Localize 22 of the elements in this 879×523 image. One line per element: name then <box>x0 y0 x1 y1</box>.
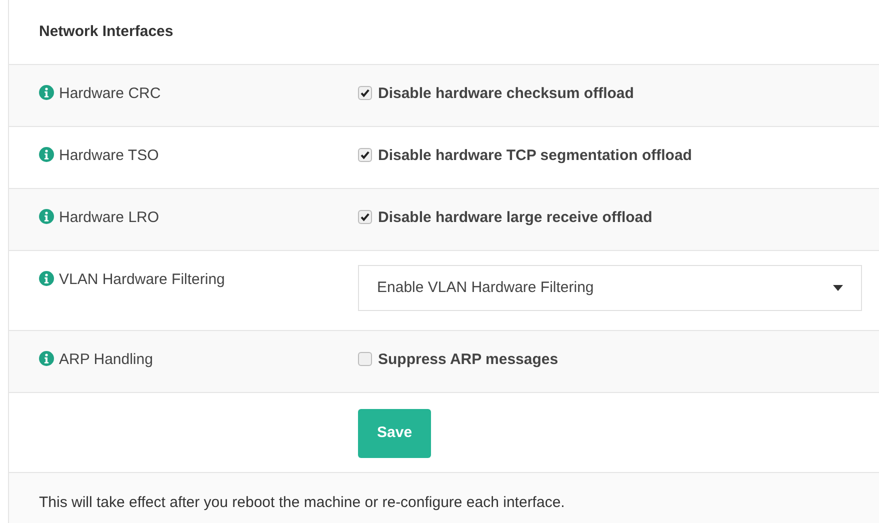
field-label: ARP Handling <box>59 350 153 370</box>
caret-icon <box>833 285 843 291</box>
checkbox[interactable] <box>358 352 372 366</box>
checkbox[interactable] <box>358 86 372 100</box>
info-icon[interactable] <box>39 271 54 286</box>
checkbox[interactable] <box>358 148 372 162</box>
field-label: Hardware LRO <box>59 208 160 228</box>
info-icon[interactable] <box>39 147 54 162</box>
dropdown-field[interactable]: Enable VLAN Hardware Filtering <box>358 265 862 311</box>
checkbox-label[interactable]: Suppress ARP messages <box>378 349 558 372</box>
info-icon[interactable] <box>39 209 54 224</box>
info-icon[interactable] <box>39 351 54 366</box>
checkbox-label[interactable]: Disable hardware checksum offload <box>378 83 634 106</box>
info-icon[interactable] <box>39 85 54 100</box>
panel-title: Network Interfaces <box>39 22 174 42</box>
checkbox[interactable] <box>358 210 372 224</box>
checkbox-label[interactable]: Disable hardware TCP segmentation offload <box>378 145 692 168</box>
field-label: Hardware TSO <box>59 146 159 166</box>
footer-note: This will take effect after you reboot the machine or re-configure each interface. <box>39 494 565 511</box>
field-label: VLAN Hardware Filtering <box>59 270 225 290</box>
checkbox-label[interactable]: Disable hardware large receive offload <box>378 207 652 230</box>
field-label: Hardware CRC <box>59 84 161 104</box>
